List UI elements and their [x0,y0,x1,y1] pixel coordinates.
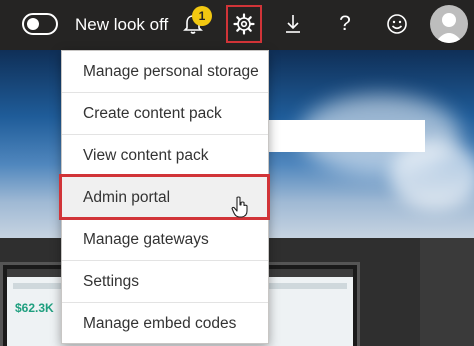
toggle-knob [27,18,39,30]
download-button[interactable] [279,10,307,38]
help-button[interactable]: ? [331,10,359,38]
hero-banner-card [265,120,425,152]
menu-item-label: View content pack [83,146,209,164]
smiley-icon [387,14,407,34]
menu-item-view-content-pack[interactable]: View content pack [62,135,268,177]
menu-item-label: Manage embed codes [83,315,237,332]
question-icon: ? [339,12,351,35]
notification-badge: 1 [192,6,212,26]
feedback-button[interactable] [383,10,411,38]
account-avatar[interactable] [430,5,468,43]
avatar-icon [435,13,463,43]
download-icon [286,15,300,33]
top-bar: New look off 1 ? [0,0,474,50]
menu-item-manage-personal-storage[interactable]: Manage personal storage [62,51,268,93]
menu-item-label: Create content pack [83,104,222,122]
menu-item-label: Settings [83,272,140,290]
menu-item-manage-embed-codes[interactable]: Manage embed codes [62,303,268,345]
menu-item-manage-gateways[interactable]: Manage gateways [62,219,268,261]
menu-item-settings[interactable]: Settings [62,261,268,303]
menu-item-label: Manage personal storage [83,62,259,80]
menu-item-create-content-pack[interactable]: Create content pack [62,93,268,135]
new-look-label: New look off [75,15,169,34]
gear-icon [233,13,255,35]
kpi-value: $62.3K [15,301,54,315]
new-look-toggle[interactable] [22,13,58,35]
settings-button[interactable] [230,10,258,38]
hand-cursor-icon [231,196,249,223]
menu-item-label: Manage gateways [83,230,209,248]
